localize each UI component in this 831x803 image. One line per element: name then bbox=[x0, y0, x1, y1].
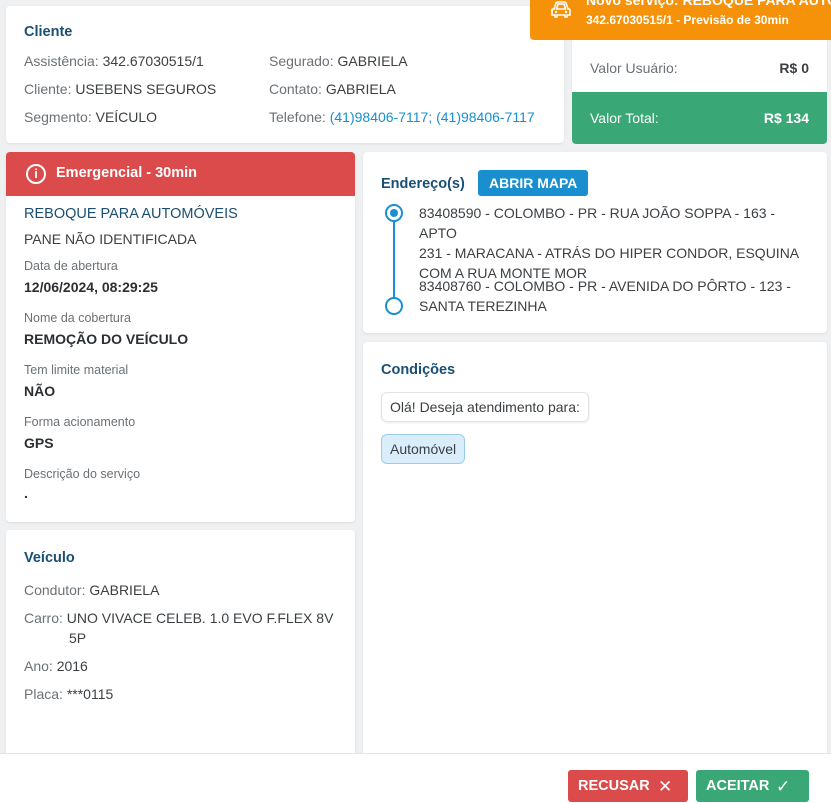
carro-value: UNO VIVACE CELEB. 1.0 EVO F.FLEX 8V bbox=[66, 610, 334, 626]
segmento-label: Segmento: bbox=[24, 109, 92, 125]
acionamento-value: GPS bbox=[24, 435, 54, 451]
telefone-link[interactable]: (41)98406-7117; (41)98406-7117 bbox=[330, 109, 535, 125]
contato-value: GABRIELA bbox=[325, 81, 396, 97]
ano-row: Ano: 2016 bbox=[24, 658, 88, 674]
limite-value: NÃO bbox=[24, 383, 56, 399]
segurado-value: GABRIELA bbox=[337, 53, 408, 69]
car-icon bbox=[551, 1, 571, 18]
placa-row: Placa: ***0115 bbox=[24, 686, 113, 702]
valor-usuario-label: Valor Usuário: bbox=[590, 60, 678, 76]
valor-total-value: R$ 134 bbox=[763, 110, 809, 126]
contato-row: Contato: GABRIELA bbox=[269, 81, 396, 97]
origin-address-line: 83408590 - COLOMBO - PR - RUA JOÃO SOPPA… bbox=[419, 205, 776, 241]
ano-value: 2016 bbox=[56, 658, 88, 674]
origin-address: 83408590 - COLOMBO - PR - RUA JOÃO SOPPA… bbox=[419, 203, 814, 283]
cliente-row: Cliente: USEBENS SEGUROS bbox=[24, 81, 216, 97]
emergency-label: Emergencial - 30min bbox=[56, 165, 198, 181]
assistencia-value: 342.67030515/1 bbox=[102, 53, 204, 69]
data-abertura-label: Data de abertura bbox=[24, 259, 118, 273]
segurado-label: Segurado: bbox=[269, 53, 334, 69]
assistencia-row: Assistência: 342.67030515/1 bbox=[24, 53, 204, 69]
contato-label: Contato: bbox=[269, 81, 322, 97]
valor-usuario-card: Valor Usuário: R$ 0 bbox=[572, 40, 827, 92]
cobertura-value: REMOÇÃO DO VEÍCULO bbox=[24, 331, 189, 347]
accept-label: ACEITAR bbox=[706, 778, 770, 794]
reject-button[interactable]: RECUSAR ✕ bbox=[568, 770, 688, 802]
vehicle-title: Veículo bbox=[24, 550, 75, 566]
destination-address-line: 83408760 - COLOMBO - PR - AVENIDA DO PÔR… bbox=[419, 278, 791, 294]
conditions-card: Condições Olá! Deseja atendimento para: … bbox=[363, 342, 827, 762]
service-title: REBOQUE PARA AUTOMÓVEIS bbox=[24, 206, 238, 222]
carro-label: Carro: bbox=[24, 610, 63, 626]
cliente-card: Cliente Assistência: 342.67030515/1 Clie… bbox=[6, 6, 564, 143]
reject-label: RECUSAR bbox=[578, 778, 650, 794]
limite-label: Tem limite material bbox=[24, 363, 129, 377]
origin-marker-icon bbox=[385, 204, 403, 222]
destination-address: 83408760 - COLOMBO - PR - AVENIDA DO PÔR… bbox=[419, 276, 814, 316]
valor-total-card: Valor Total: R$ 134 bbox=[572, 92, 827, 144]
segmento-value: VEÍCULO bbox=[95, 109, 158, 125]
cobertura-label: Nome da cobertura bbox=[24, 311, 132, 325]
valor-usuario-value: R$ 0 bbox=[779, 60, 809, 76]
new-service-toast[interactable]: Novo serviço: REBOQUE PARA AUTO 342.6703… bbox=[530, 0, 831, 40]
origin-address-line: 231 - MARACANA - ATRÁS DO HIPER CONDOR, … bbox=[419, 245, 800, 261]
question-bubble: Olá! Deseja atendimento para: bbox=[381, 392, 589, 422]
destination-address-line: SANTA TEREZINHA bbox=[419, 298, 547, 314]
address-title: Endereço(s) bbox=[381, 176, 465, 192]
placa-label: Placa: bbox=[24, 686, 63, 702]
service-subtitle: PANE NÃO IDENTIFICADA bbox=[24, 231, 197, 247]
destination-marker-icon bbox=[385, 297, 403, 315]
carro-value-continued: 5P bbox=[69, 630, 87, 646]
toast-subtitle: 342.67030515/1 - Previsão de 30min bbox=[586, 13, 789, 27]
placa-value: ***0115 bbox=[66, 686, 114, 702]
conditions-title: Condições bbox=[381, 362, 456, 378]
route-line bbox=[393, 222, 395, 298]
descricao-value: . bbox=[24, 485, 28, 501]
address-card: Endereço(s) ABRIR MAPA 83408590 - COLOMB… bbox=[363, 152, 827, 333]
toast-title: Novo serviço: REBOQUE PARA AUTO bbox=[586, 0, 831, 8]
accept-button[interactable]: ACEITAR ✓ bbox=[696, 770, 809, 802]
carro-row-continued: 5P bbox=[69, 630, 86, 646]
assistencia-label: Assistência: bbox=[24, 53, 99, 69]
answer-chip[interactable]: Automóvel bbox=[381, 434, 466, 464]
segurado-row: Segurado: GABRIELA bbox=[269, 53, 408, 69]
vehicle-card: Veículo Condutor: GABRIELA Carro: UNO VI… bbox=[6, 530, 355, 762]
segmento-row: Segmento: VEÍCULO bbox=[24, 109, 157, 125]
cliente-title: Cliente bbox=[24, 24, 73, 40]
telefone-row: Telefone: (41)98406-7117; (41)98406-7117 bbox=[269, 109, 535, 125]
service-card: i Emergencial - 30min REBOQUE PARA AUTOM… bbox=[6, 152, 355, 522]
cliente-value: USEBENS SEGUROS bbox=[75, 81, 217, 97]
check-icon: ✓ bbox=[776, 777, 791, 796]
action-bar: RECUSAR ✕ ACEITAR ✓ bbox=[0, 753, 831, 803]
telefone-label: Telefone: bbox=[269, 109, 326, 125]
acionamento-label: Forma acionamento bbox=[24, 415, 136, 429]
valor-total-label: Valor Total: bbox=[590, 110, 659, 126]
descricao-label: Descrição do serviço bbox=[24, 467, 141, 481]
data-abertura-value: 12/06/2024, 08:29:25 bbox=[24, 279, 158, 295]
open-map-button[interactable]: ABRIR MAPA bbox=[478, 170, 589, 196]
close-icon: ✕ bbox=[658, 777, 673, 796]
ano-label: Ano: bbox=[24, 658, 53, 674]
condutor-value: GABRIELA bbox=[89, 582, 160, 598]
carro-row: Carro: UNO VIVACE CELEB. 1.0 EVO F.FLEX … bbox=[24, 610, 333, 626]
condutor-row: Condutor: GABRIELA bbox=[24, 582, 159, 598]
info-icon: i bbox=[26, 164, 46, 184]
emergency-banner: i Emergencial - 30min bbox=[6, 152, 355, 196]
condutor-label: Condutor: bbox=[24, 582, 86, 598]
cliente-label: Cliente: bbox=[24, 81, 72, 97]
